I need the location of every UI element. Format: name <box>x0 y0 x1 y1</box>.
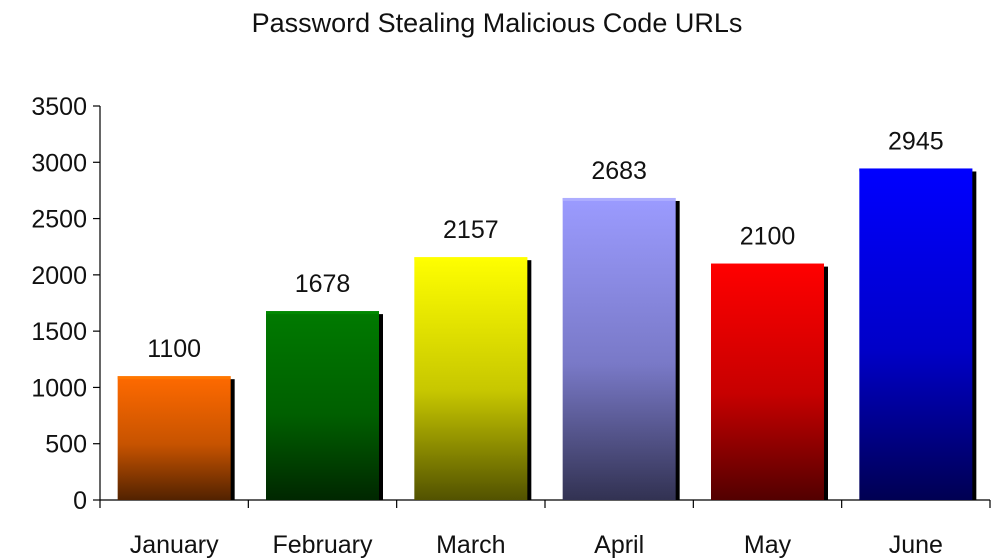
y-tick-label: 0 <box>73 487 87 515</box>
x-axis: January February March April May June <box>99 499 991 559</box>
y-tick-label: 2000 <box>31 262 87 290</box>
data-label: 2945 <box>888 127 944 155</box>
bar-highlight <box>859 168 973 172</box>
data-label: 1678 <box>295 270 351 298</box>
bars <box>117 168 977 500</box>
bar-highlight <box>266 311 379 315</box>
x-tick-label: June <box>889 531 943 559</box>
bar-highlight <box>414 257 528 261</box>
y-tick-label: 1000 <box>31 374 87 402</box>
bar-highlight <box>562 197 676 201</box>
bar-highlight <box>117 376 231 380</box>
y-tick-label: 3500 <box>31 93 87 121</box>
data-label: 2100 <box>740 223 796 251</box>
x-tick-label: March <box>436 531 505 559</box>
x-tick-label: May <box>744 531 792 559</box>
bar-may <box>711 263 824 500</box>
y-tick-label: 1500 <box>31 318 87 346</box>
data-label: 2683 <box>591 157 647 185</box>
y-tick-label: 2500 <box>31 206 87 234</box>
bar-april <box>562 197 676 500</box>
bar-january <box>117 376 231 500</box>
data-label: 2157 <box>443 216 499 244</box>
bar-highlight <box>711 263 824 267</box>
y-tick-label: 3000 <box>31 149 87 177</box>
bar-february <box>266 311 379 500</box>
data-label: 1100 <box>147 335 201 363</box>
x-tick-label: April <box>594 531 644 559</box>
bar-chart: 0 500 1000 1500 2000 2500 3000 3500 January Febr… <box>31 93 991 559</box>
bar-june <box>859 168 973 500</box>
x-tick-label: February <box>272 531 373 559</box>
y-tick-label: 500 <box>45 431 87 459</box>
bar-march <box>414 257 528 500</box>
y-axis: 0 500 1000 1500 2000 2500 3000 3500 <box>31 93 101 515</box>
x-tick-label: January <box>130 531 219 559</box>
